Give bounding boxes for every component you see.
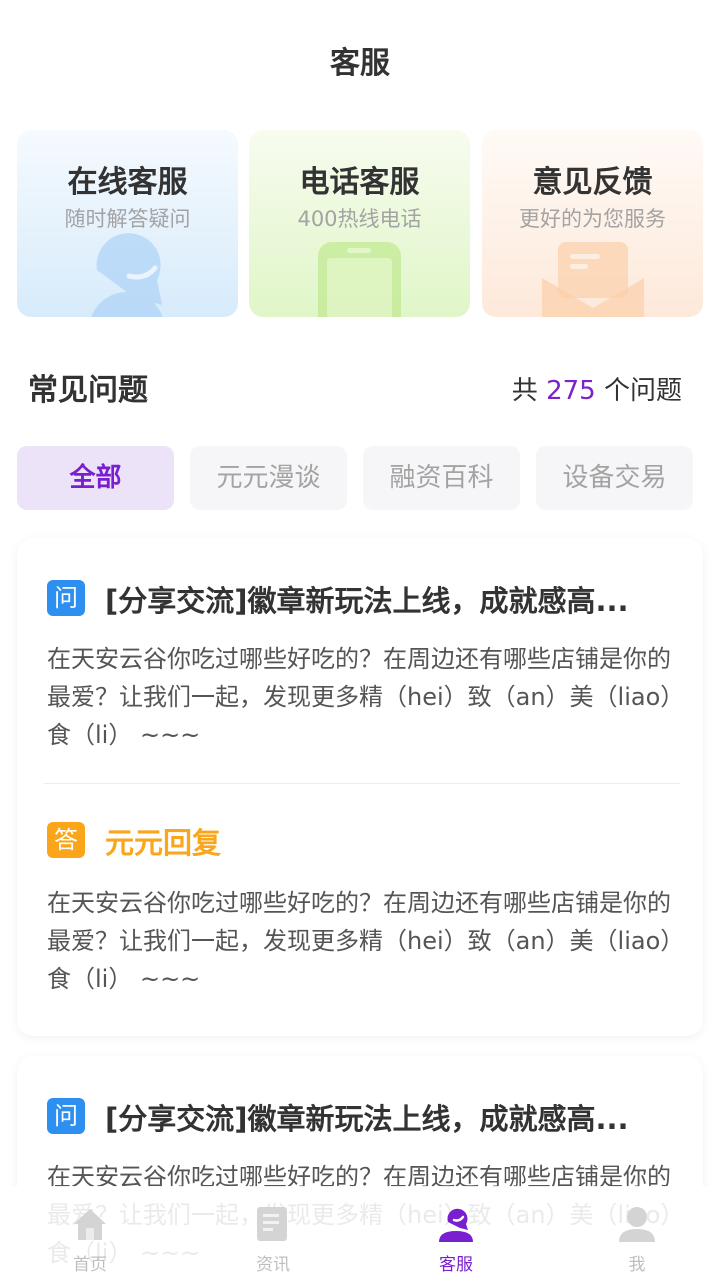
tab-yuanyuan-talk[interactable]: 元元漫谈 xyxy=(190,446,347,510)
question-badge: 问 xyxy=(47,580,85,616)
faq-section-title: 常见问题 xyxy=(28,373,148,408)
tabbar-service-label: 客服 xyxy=(439,1255,473,1275)
answer-badge: 答 xyxy=(47,822,85,858)
tab-finance-wiki[interactable]: 融资百科 xyxy=(363,446,520,510)
page-title: 客服 xyxy=(330,46,390,81)
divider xyxy=(44,783,680,784)
online-service-card[interactable]: 在线客服 随时解答疑问 xyxy=(17,130,238,317)
profile-icon xyxy=(619,1207,655,1242)
tabbar-me[interactable]: 我 xyxy=(577,1186,697,1280)
online-service-title: 在线客服 xyxy=(67,165,188,200)
tabbar-news[interactable]: 资讯 xyxy=(213,1186,333,1280)
faq-count-number: 275 xyxy=(546,376,596,406)
phone-service-title: 电话客服 xyxy=(299,165,420,200)
news-icon xyxy=(257,1207,287,1241)
question-detail: 在天安云谷你吃过哪些好吃的？在周边还有哪些店铺是你的最爱？让我们一起，发现更多精… xyxy=(47,645,673,749)
answer-text: 在天安云谷你吃过哪些好吃的？在周边还有哪些店铺是你的最爱？让我们一起，发现更多精… xyxy=(47,889,673,993)
question-row: 问 [分享交流]徽章新玩法上线，成就感高... xyxy=(47,1096,673,1136)
tab-all[interactable]: 全部 xyxy=(17,446,174,510)
feedback-title: 意见反馈 xyxy=(532,165,653,200)
tabbar-service[interactable]: 客服 xyxy=(396,1186,516,1280)
question-title: [分享交流]徽章新玩法上线，成就感高... xyxy=(105,1102,629,1136)
phone-service-card[interactable]: 电话客服 400热线电话 xyxy=(249,130,470,317)
tabbar-home-label: 首页 xyxy=(73,1255,107,1275)
tabbar-me-label: 我 xyxy=(628,1255,646,1275)
customer-service-icon xyxy=(439,1208,473,1242)
question-badge: 问 xyxy=(47,1098,85,1134)
faq-count-prefix: 共 xyxy=(511,376,538,406)
bottom-tab-bar: 首页 资讯 客服 我 xyxy=(0,1186,720,1280)
answer-label: 元元回复 xyxy=(105,826,222,860)
tabbar-home[interactable]: 首页 xyxy=(30,1186,150,1280)
home-icon xyxy=(74,1209,106,1240)
answer-row: 答 元元回复 xyxy=(47,820,673,860)
phone-service-subtitle: 400热线电话 xyxy=(297,207,422,231)
faq-count: 共 275 个问题 xyxy=(512,370,682,407)
faq-count-suffix: 个问题 xyxy=(603,376,682,406)
tabbar-news-label: 资讯 xyxy=(256,1255,290,1275)
question-title: [分享交流]徽章新玩法上线，成就感高... xyxy=(105,584,629,618)
feedback-subtitle: 更好的为您服务 xyxy=(519,207,666,231)
faq-item[interactable]: 问 [分享交流]徽章新玩法上线，成就感高... 在天安云谷你吃过哪些好吃的？在周… xyxy=(17,538,703,1036)
online-service-subtitle: 随时解答疑问 xyxy=(64,207,191,231)
tab-equipment-trade[interactable]: 设备交易 xyxy=(536,446,693,510)
feedback-card[interactable]: 意见反馈 更好的为您服务 xyxy=(482,130,703,317)
question-row: 问 [分享交流]徽章新玩法上线，成就感高... xyxy=(47,578,673,618)
